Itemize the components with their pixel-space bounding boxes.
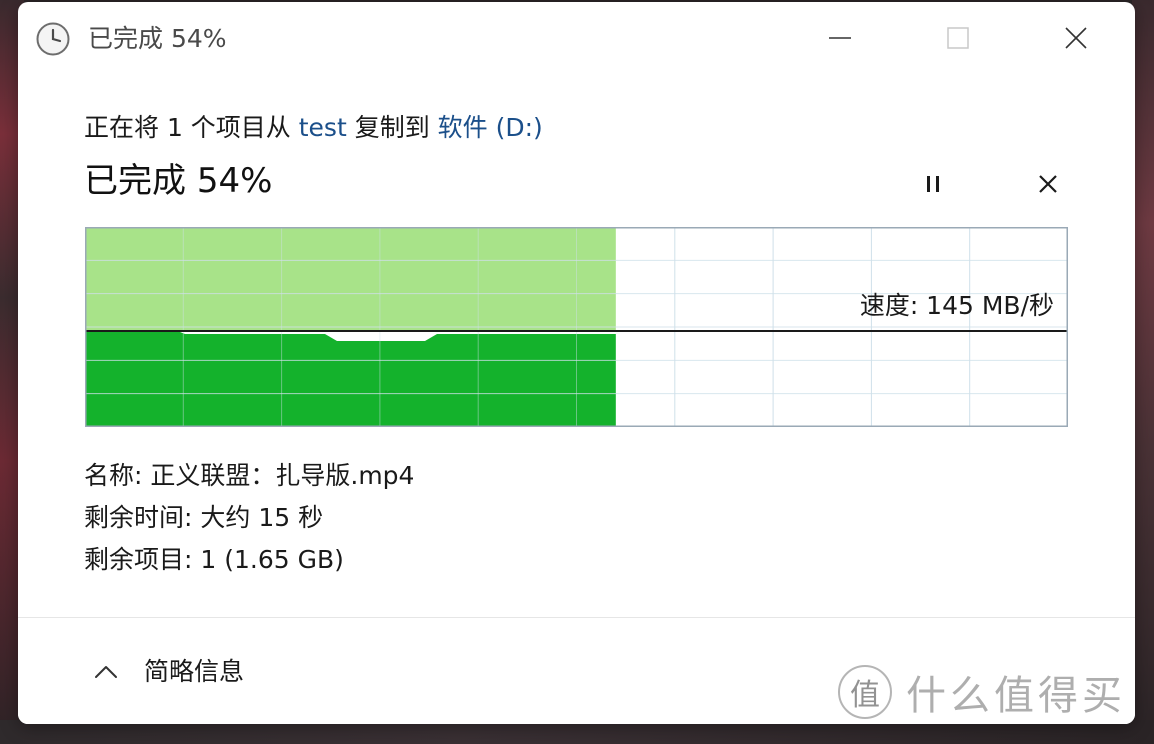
items-remaining: 剩余项目: 1 (1.65 GB) [84,545,344,574]
fewer-details-label: 简略信息 [144,657,245,686]
progress-percent: 54% [196,161,273,201]
progress-fill-light [85,227,616,331]
close-icon [1039,175,1057,193]
site-watermark: 值 什么值得买 [838,658,1126,724]
pause-button[interactable] [916,167,950,201]
minimize-button[interactable] [818,16,862,60]
time-remaining: 剩余时间: 大约 15 秒 [84,503,324,532]
watermark-text: 什么值得买 [906,673,1126,719]
close-window-button[interactable] [1054,16,1098,60]
file-name: 名称: 正义联盟：扎导版.mp4 [84,461,415,490]
progress-fill-dark [85,332,616,427]
fewer-details-toggle[interactable]: 简略信息 [92,652,244,692]
title-bar[interactable]: 已完成 54% [18,2,1135,74]
copy-middle: 复制到 [346,113,438,142]
cancel-copy-button[interactable] [1031,167,1065,201]
progress-label: 已完成 [84,161,197,201]
pause-icon [927,176,939,192]
source-folder-link[interactable]: test [299,113,347,142]
copy-progress-dialog: 已完成 54% 正在将 1 个项目从 test 复制到 软件 (D:) 已完成 … [18,2,1135,724]
transfer-speed-graph [85,227,1068,427]
destination-drive-link[interactable]: 软件 (D:) [438,113,543,142]
copy-prefix: 正在将 1 个项目从 [84,113,299,142]
close-icon [1065,27,1087,49]
chevron-up-icon [95,666,117,678]
watermark-badge: 值 [838,665,892,719]
speed-label: 速度: 145 MB/秒 [859,291,1054,320]
maximize-icon [947,27,969,49]
clock-icon [36,22,70,56]
progress-headline: 已完成 54% [84,159,272,203]
maximize-button[interactable] [936,16,980,60]
copy-description: 正在将 1 个项目从 test 复制到 软件 (D:) [84,110,543,146]
background-right [1132,0,1154,744]
window-title: 已完成 54% [88,24,227,53]
minimize-icon [829,37,851,39]
